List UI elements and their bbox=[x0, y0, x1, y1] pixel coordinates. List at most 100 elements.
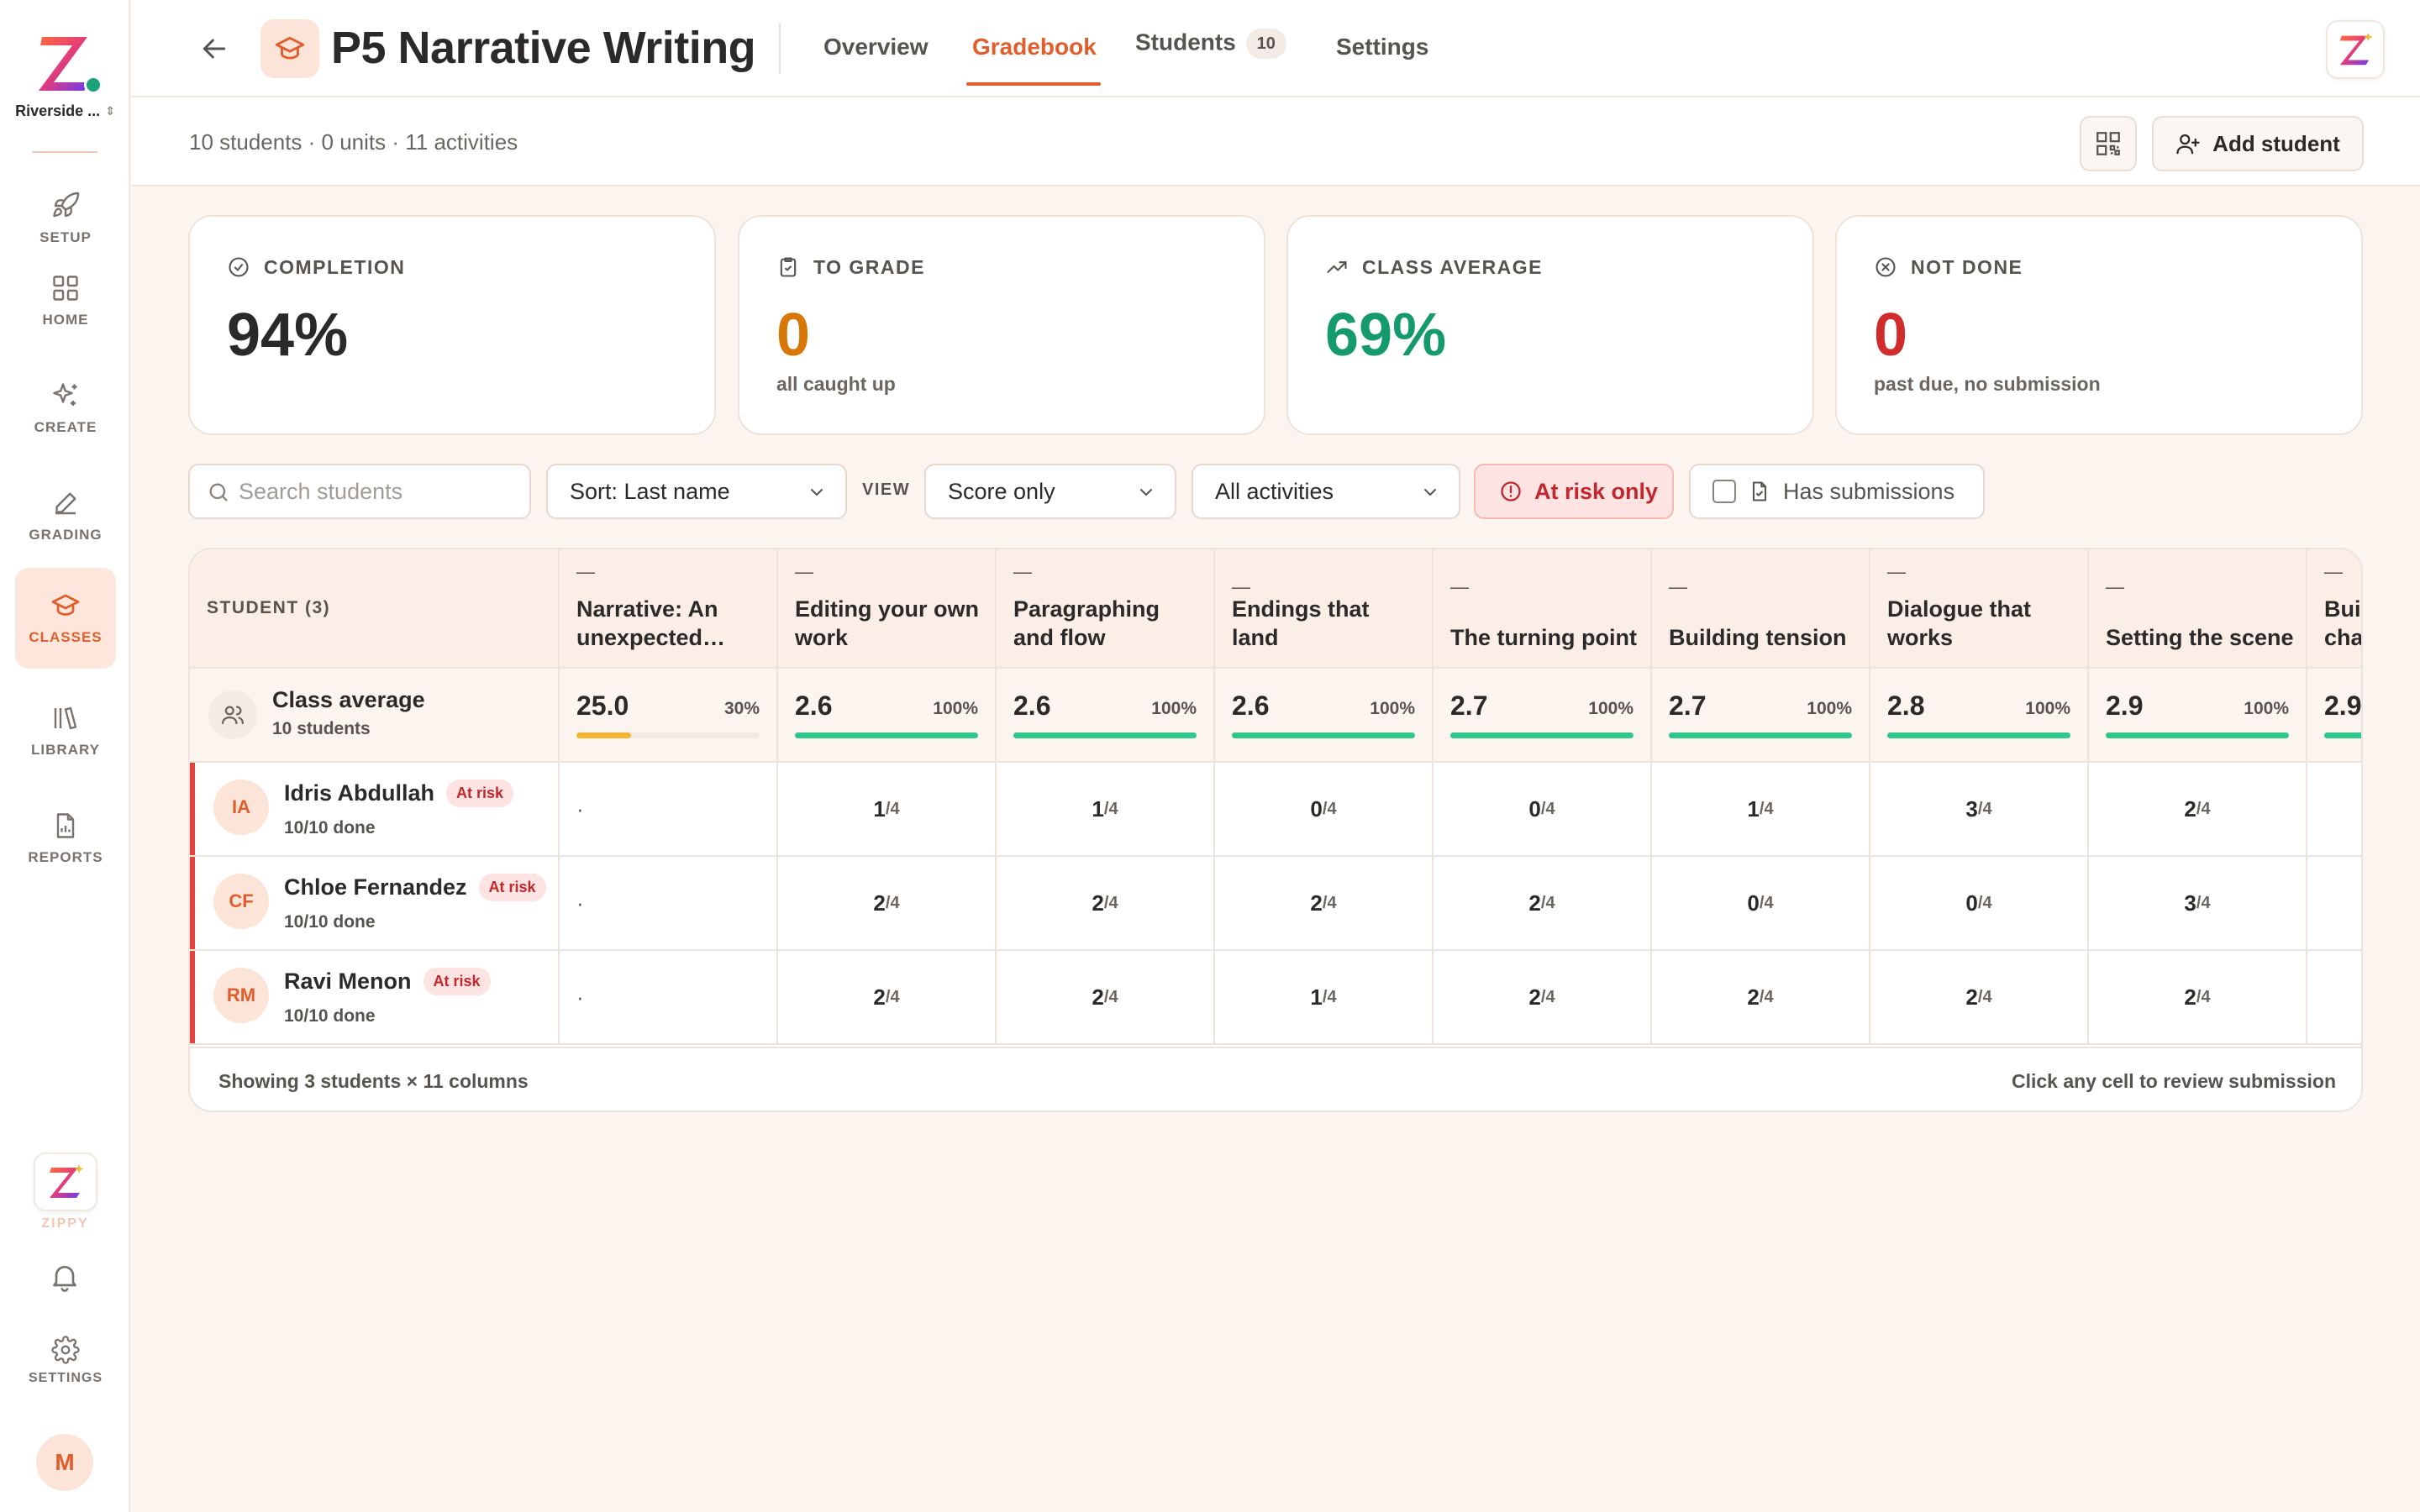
qr-code-button[interactable] bbox=[2080, 116, 2137, 171]
score-value: 2 bbox=[1528, 984, 1541, 1010]
at-risk-filter-button[interactable]: At risk only bbox=[1474, 464, 1674, 519]
nav-settings[interactable]: SETTINGS bbox=[15, 1336, 116, 1403]
score-cell[interactable]: 2/4 bbox=[1434, 951, 1652, 1043]
score-max: /4 bbox=[1977, 893, 1992, 912]
score-cell[interactable]: 1/4 bbox=[997, 763, 1215, 855]
back-arrow-icon[interactable] bbox=[197, 32, 231, 66]
score-cell[interactable]: 0/4 bbox=[1652, 857, 1870, 949]
activity-title: Dialogue that works bbox=[1887, 596, 2032, 650]
gradebook-grid[interactable]: STUDENT (3) — Narrative: An unexpected… — E… bbox=[190, 549, 2361, 1047]
score-max: /4 bbox=[1977, 987, 1992, 1006]
score-cell[interactable]: 2/4 bbox=[1652, 951, 1870, 1043]
nav-reports[interactable]: REPORTS bbox=[15, 788, 116, 889]
score-cell[interactable]: 1/4 bbox=[1652, 763, 1870, 855]
score-cell[interactable]: · bbox=[560, 763, 778, 855]
score-cell[interactable]: 2/4 bbox=[1434, 857, 1652, 949]
student-column-header[interactable]: STUDENT (3) bbox=[190, 549, 560, 667]
sort-value: Sort: Last name bbox=[570, 478, 730, 504]
activity-column-header[interactable]: — Endings that land bbox=[1215, 549, 1434, 667]
has-submissions-checkbox[interactable] bbox=[1712, 480, 1736, 503]
score-max: /4 bbox=[1977, 799, 1992, 818]
activity-column-header[interactable]: — Dialogue that works bbox=[1870, 549, 2089, 667]
completion-bar-fill bbox=[1013, 732, 1197, 738]
view-mode-select[interactable]: Score only bbox=[924, 464, 1176, 519]
org-switcher[interactable]: Riverside ... ⇕ bbox=[0, 30, 130, 120]
table-footer: Showing 3 students × 11 columns Click an… bbox=[190, 1047, 2361, 1110]
nav-home[interactable]: HOME bbox=[15, 250, 116, 351]
score-max: /4 bbox=[2196, 987, 2211, 1006]
search-placeholder: Search students bbox=[239, 478, 403, 504]
nav-home-label: HOME bbox=[42, 312, 89, 328]
zippy-header-button[interactable] bbox=[2326, 20, 2385, 79]
score-max: /4 bbox=[1322, 987, 1337, 1006]
nav-create[interactable]: CREATE bbox=[15, 358, 116, 459]
score-value: 0 bbox=[1965, 890, 1978, 916]
score-cell[interactable]: 3/4 bbox=[1870, 763, 2089, 855]
zippy-logo-icon bbox=[50, 1164, 84, 1198]
score-value: 2 bbox=[2184, 795, 2196, 822]
activities-select[interactable]: All activities bbox=[1192, 464, 1460, 519]
search-input[interactable]: Search students bbox=[188, 464, 531, 519]
sparkle-icon bbox=[53, 383, 77, 406]
score-cell[interactable]: 3/4 bbox=[2089, 857, 2307, 949]
score-value: · bbox=[576, 890, 584, 916]
activity-column-header[interactable]: — Setting the scene bbox=[2089, 549, 2307, 667]
student-cell[interactable]: IA Idris Abdullah At risk 10/10 done bbox=[190, 763, 560, 855]
score-cell[interactable]: 2/4 bbox=[1870, 951, 2089, 1043]
tab-students-label: Students bbox=[1135, 29, 1236, 55]
activity-column-header[interactable]: — Building tension bbox=[1652, 549, 1870, 667]
at-risk-badge: At risk bbox=[423, 968, 491, 995]
sort-select[interactable]: Sort: Last name bbox=[546, 464, 847, 519]
notifications-bell-icon[interactable] bbox=[48, 1260, 82, 1294]
activity-column-header[interactable]: — Narrative: An unexpected… bbox=[560, 549, 778, 667]
score-cell[interactable]: 0/4 bbox=[1434, 763, 1652, 855]
tab-overview[interactable]: Overview bbox=[823, 34, 929, 60]
score-cell[interactable] bbox=[2307, 951, 2361, 1043]
score-cell[interactable]: 1/4 bbox=[1215, 951, 1434, 1043]
average-completion-pct: 100% bbox=[2244, 699, 2289, 718]
score-cell[interactable]: 0/4 bbox=[1215, 763, 1434, 855]
completion-bar bbox=[576, 732, 760, 738]
org-name: Riverside ... bbox=[15, 102, 101, 119]
student-cell[interactable]: RM Ravi Menon At risk 10/10 done bbox=[190, 951, 560, 1043]
score-max: /4 bbox=[1103, 799, 1118, 818]
score-cell[interactable]: 2/4 bbox=[997, 857, 1215, 949]
score-cell[interactable]: 2/4 bbox=[997, 951, 1215, 1043]
class-average-cell: 2.6 100% bbox=[778, 669, 997, 761]
score-cell[interactable]: · bbox=[560, 951, 778, 1043]
nav-classes[interactable]: CLASSES bbox=[15, 568, 116, 669]
has-submissions-toggle[interactable]: Has submissions bbox=[1689, 464, 1985, 519]
score-cell[interactable]: 2/4 bbox=[778, 951, 997, 1043]
zippy-assistant-button[interactable] bbox=[34, 1152, 97, 1211]
score-max: /4 bbox=[885, 799, 900, 818]
user-avatar[interactable]: M bbox=[36, 1434, 93, 1491]
tab-students[interactable]: Students 10 bbox=[1135, 29, 1286, 59]
nav-settings-label: SETTINGS bbox=[28, 1371, 103, 1385]
score-cell[interactable]: 1/4 bbox=[778, 763, 997, 855]
books-icon bbox=[54, 706, 77, 730]
to-grade-subtext: all caught up bbox=[776, 373, 896, 395]
score-cell[interactable]: 2/4 bbox=[2089, 951, 2307, 1043]
activity-column-header[interactable]: — Paragraphing and flow bbox=[997, 549, 1215, 667]
activity-column-header[interactable]: — Editing your own work bbox=[778, 549, 997, 667]
score-max: /4 bbox=[2196, 893, 2211, 912]
activity-column-header[interactable]: — The turning point bbox=[1434, 549, 1652, 667]
score-cell[interactable]: 2/4 bbox=[778, 857, 997, 949]
score-cell[interactable] bbox=[2307, 857, 2361, 949]
student-cell[interactable]: CF Chloe Fernandez At risk 10/10 done bbox=[190, 857, 560, 949]
tab-gradebook[interactable]: Gradebook bbox=[972, 34, 1097, 60]
score-max: /4 bbox=[1759, 799, 1774, 818]
score-cell[interactable]: 2/4 bbox=[1215, 857, 1434, 949]
nav-library[interactable]: LIBRARY bbox=[15, 680, 116, 781]
score-cell[interactable]: · bbox=[560, 857, 778, 949]
score-cell[interactable] bbox=[2307, 763, 2361, 855]
not-done-value: 0 bbox=[1874, 302, 1908, 369]
tab-settings[interactable]: Settings bbox=[1336, 34, 1428, 60]
add-student-button[interactable]: Add student bbox=[2152, 116, 2364, 171]
score-cell[interactable]: 0/4 bbox=[1870, 857, 2089, 949]
nav-grading[interactable]: GRADING bbox=[15, 465, 116, 566]
completion-bar bbox=[1232, 732, 1415, 738]
at-risk-indicator bbox=[190, 857, 195, 949]
activity-column-header[interactable]: — Building characters bbox=[2307, 549, 2361, 667]
score-cell[interactable]: 2/4 bbox=[2089, 763, 2307, 855]
